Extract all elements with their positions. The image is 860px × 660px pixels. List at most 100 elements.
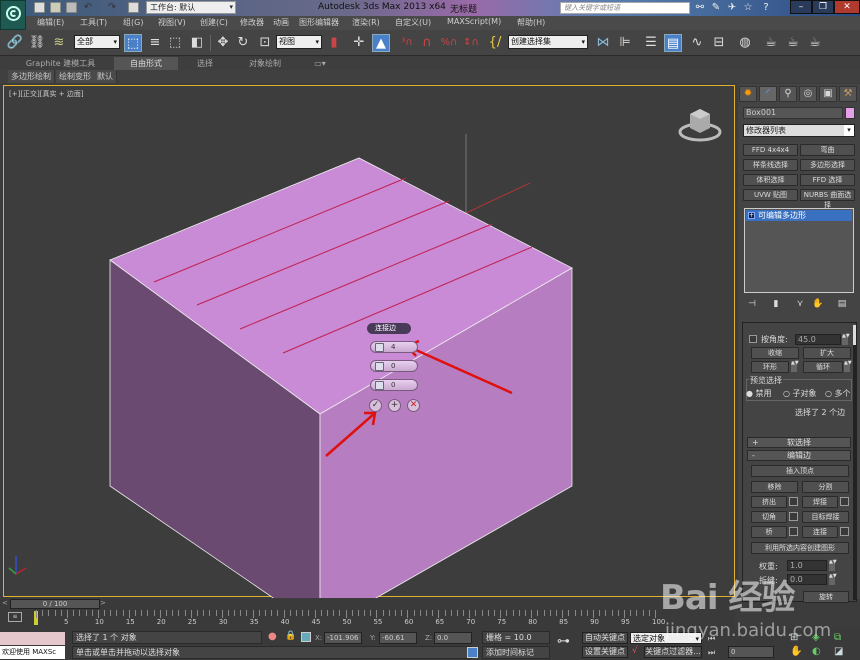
binoculars-icon[interactable]: ⚯ <box>694 2 706 14</box>
ribbon-options-icon[interactable]: ▭▾ <box>305 57 335 70</box>
grow-button[interactable]: 扩大 <box>803 347 851 359</box>
menu-views[interactable]: 视图(V) <box>158 17 186 28</box>
modifier-list-dropdown[interactable]: 修改器列表 ▾ <box>743 124 855 137</box>
bridge-settings-icon[interactable] <box>789 527 798 536</box>
named-selection-dropdown[interactable]: 创建选择集 ▾ <box>508 35 588 49</box>
app-logo-button[interactable] <box>0 0 26 30</box>
rendered-frame-window-icon[interactable]: ☕ <box>784 34 802 52</box>
save-icon[interactable] <box>66 2 77 13</box>
expand-icon[interactable]: + <box>748 212 755 219</box>
ring-button[interactable]: 环形 <box>751 361 789 373</box>
ribbon-panel-defaults[interactable]: 默认 <box>94 70 117 83</box>
modifier-ffd-select-button[interactable]: FFD 选择 <box>800 174 855 186</box>
modifier-nurbs-select-button[interactable]: NURBS 曲面选择 <box>800 189 855 209</box>
close-button[interactable]: ✕ <box>834 0 860 14</box>
create-shape-button[interactable]: 利用所选内容创建图形 <box>751 542 849 554</box>
scrollbar-thumb[interactable] <box>853 325 856 345</box>
select-manipulate-icon[interactable]: ✛ <box>350 34 368 52</box>
preview-subobject-radio[interactable]: ○ 子对象 <box>783 388 817 399</box>
bridge-button[interactable]: 桥 <box>751 526 787 538</box>
ribbon-tab-graphite[interactable]: Graphite 建模工具 <box>8 57 113 70</box>
modifier-spline-select-button[interactable]: 样条线选择 <box>743 159 798 171</box>
remove-modifier-icon[interactable]: ✋ <box>812 299 824 309</box>
move-icon[interactable]: ✥ <box>214 34 232 52</box>
set-key-button[interactable]: 设置关键点 <box>582 646 628 658</box>
z-coordinate-input[interactable]: 0.0 <box>434 632 472 644</box>
ribbon-tab-object-paint[interactable]: 对象绘制 <box>235 57 295 70</box>
loop-spinner-icon[interactable]: ▲▼ <box>844 361 852 372</box>
percent-snap-icon[interactable]: %∩ <box>440 34 458 52</box>
reference-coordinate-dropdown[interactable]: 视图 ▾ <box>276 35 322 49</box>
window-crossing-icon[interactable]: ◧ <box>188 34 206 52</box>
next-frame-icon[interactable]: > <box>100 599 106 607</box>
time-slider-thumb[interactable]: 0 / 100 <box>10 599 100 609</box>
render-production-icon[interactable]: ☕ <box>806 34 824 52</box>
connect-button[interactable]: 连接 <box>802 526 838 538</box>
maximize-viewport-icon[interactable]: ⧉ <box>834 632 841 643</box>
modifier-poly-select-button[interactable]: 多边形选择 <box>800 159 855 171</box>
configure-modifier-sets-icon[interactable]: ▤ <box>836 299 848 309</box>
hierarchy-tab-icon[interactable]: ⚲ <box>779 86 797 102</box>
modifier-bend-button[interactable]: 弯曲 <box>800 144 855 156</box>
previous-frame-icon[interactable]: < <box>2 599 8 607</box>
scene-explorer-icon[interactable]: ▤ <box>664 34 682 52</box>
spinner-snap-icon[interactable]: ⇕∩ <box>462 34 480 52</box>
bind-space-warp-icon[interactable]: ≋ <box>50 34 68 52</box>
ribbon-tab-selection[interactable]: 选择 <box>180 57 230 70</box>
spinner-arrows-icon[interactable]: ▲▼ <box>842 334 850 345</box>
ring-spinner-icon[interactable]: ▲▼ <box>791 361 799 372</box>
weight-spinner-icon[interactable]: ▲▼ <box>829 560 837 571</box>
modifier-uvw-map-button[interactable]: UVW 贴图 <box>743 189 798 201</box>
modifier-vol-select-button[interactable]: 体积选择 <box>743 174 798 186</box>
workspace-dropdown[interactable]: 工作台: 默认 ▾ <box>146 1 236 14</box>
time-tag-icon[interactable] <box>467 647 478 658</box>
object-color-swatch[interactable] <box>845 107 855 119</box>
auto-key-button[interactable]: 自动关键点 <box>582 632 628 644</box>
chamfer-settings-icon[interactable] <box>789 512 798 521</box>
menu-help[interactable]: 帮助(H) <box>517 17 545 28</box>
keyboard-shortcut-override-icon[interactable]: ▲ <box>372 34 390 52</box>
star-icon[interactable]: ☆ <box>742 2 754 14</box>
caddy-apply-button[interactable]: + <box>388 399 401 412</box>
menu-create[interactable]: 创建(C) <box>200 17 228 28</box>
maxscript-welcome[interactable]: 欢迎使用 MAXSc <box>0 646 65 659</box>
unlink-icon[interactable]: ⛓ <box>28 34 46 52</box>
display-tab-icon[interactable]: ▣ <box>819 86 837 102</box>
pin-stack-icon[interactable]: ⊣ <box>746 299 758 309</box>
extrude-settings-icon[interactable] <box>789 497 798 506</box>
insert-vertex-button[interactable]: 插入顶点 <box>751 465 849 477</box>
rollout-scrollbar[interactable] <box>853 325 856 600</box>
create-tab-icon[interactable]: ✹ <box>739 86 757 102</box>
min-max-toggle-icon[interactable]: ◪ <box>834 646 843 657</box>
turn-button[interactable]: 旋转 <box>803 591 849 603</box>
project-folder-icon[interactable] <box>128 2 139 13</box>
maximize-button[interactable]: ❐ <box>812 0 834 14</box>
new-file-icon[interactable] <box>34 2 45 13</box>
preview-disabled-radio[interactable]: ● 禁用 <box>746 388 772 399</box>
render-setup-icon[interactable]: ☕ <box>762 34 780 52</box>
modify-tab-icon[interactable]: ◜ <box>759 86 777 102</box>
material-editor-icon[interactable]: ◍ <box>736 34 754 52</box>
curve-editor-icon[interactable]: ∿ <box>688 34 706 52</box>
split-button[interactable]: 分割 <box>802 481 849 493</box>
by-angle-input[interactable]: 45.0 <box>795 334 841 345</box>
weld-settings-icon[interactable] <box>840 497 849 506</box>
select-object-icon[interactable]: ⬚ <box>124 34 142 52</box>
pivot-center-icon[interactable]: ▮ <box>325 34 343 52</box>
minimize-button[interactable]: – <box>790 0 812 14</box>
remove-button[interactable]: 移除 <box>751 481 798 493</box>
extrude-button[interactable]: 挤出 <box>751 496 787 508</box>
motion-tab-icon[interactable]: ◎ <box>799 86 817 102</box>
align-icon[interactable]: ⊫ <box>616 34 634 52</box>
caddy-slide-spinner[interactable]: 0 <box>370 379 418 391</box>
by-angle-checkbox[interactable] <box>749 335 757 343</box>
menu-customize[interactable]: 自定义(U) <box>395 17 431 28</box>
chamfer-button[interactable]: 切角 <box>751 511 787 523</box>
ribbon-panel-paint-deform[interactable]: 绘制变形 <box>56 70 95 83</box>
shrink-button[interactable]: 收缩 <box>751 347 799 359</box>
modifier-stack[interactable]: + 可编辑多边形 <box>744 208 854 293</box>
time-slider-track[interactable]: < 0 / 100 > <box>0 599 735 609</box>
edit-edges-rollout[interactable]: - 编辑边 <box>747 450 851 461</box>
open-file-icon[interactable] <box>50 2 61 13</box>
absolute-mode-icon[interactable] <box>301 632 311 642</box>
